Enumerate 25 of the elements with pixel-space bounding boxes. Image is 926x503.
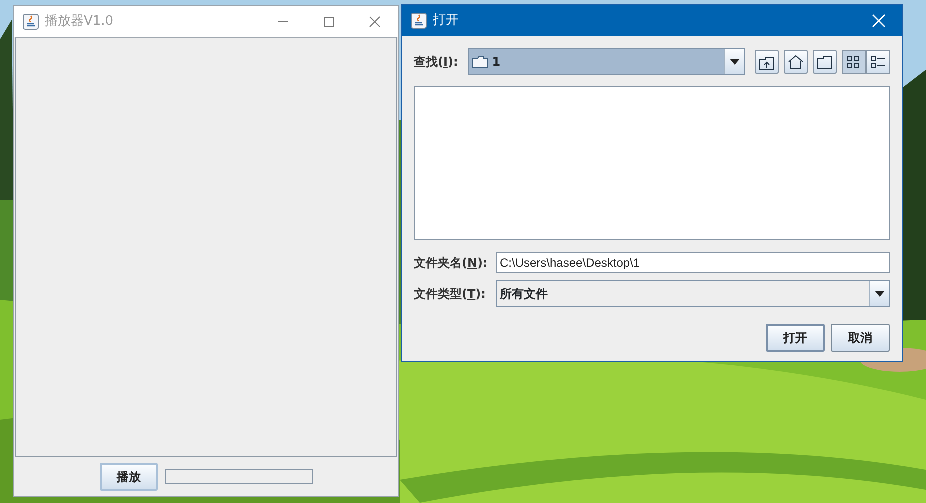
window-title: 播放器V1.0 <box>45 12 115 31</box>
dialog-button[interactable]: 打开 <box>766 324 825 352</box>
home-icon <box>787 52 805 70</box>
dialog-button[interactable]: 取消 <box>831 324 890 352</box>
app-icon <box>411 12 427 28</box>
dialog-title: 打开 <box>433 12 460 30</box>
folder-button[interactable] <box>813 50 837 74</box>
play-button[interactable]: 播放 <box>100 462 158 490</box>
list-view-button[interactable] <box>842 50 866 74</box>
look-in-label: 查找(I): <box>414 54 458 70</box>
folder-value: 1 <box>492 54 501 70</box>
look-in-dropdown[interactable]: 1 <box>468 48 745 75</box>
home-button[interactable] <box>784 50 808 74</box>
file-type-value: 所有文件 <box>500 286 548 302</box>
app-icon <box>23 14 39 30</box>
close-icon <box>872 14 886 28</box>
file-type-dropdown[interactable]: 所有文件 <box>496 280 890 307</box>
file-type-label: 文件类型(T): <box>414 286 486 302</box>
up-folder-button[interactable] <box>755 50 779 74</box>
folder-name-field[interactable]: C:\Users\hasee\Desktop\1 <box>496 252 890 273</box>
maximize-icon <box>323 16 335 28</box>
close-icon <box>369 16 381 28</box>
details-view-button[interactable] <box>866 50 890 74</box>
folder-name-label: 文件夹名(N): <box>414 254 486 272</box>
folder-icon <box>472 56 488 68</box>
